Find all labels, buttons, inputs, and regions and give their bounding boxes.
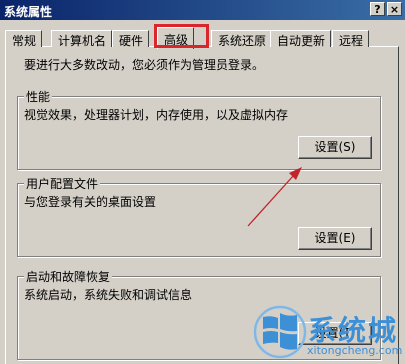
- title-bar: 系统属性 ? ×: [0, 0, 405, 20]
- user-profiles-label: 用户配置文件: [24, 175, 101, 192]
- window-title: 系统属性: [4, 5, 53, 19]
- tab-computer-name[interactable]: 计算机名: [51, 30, 113, 48]
- performance-description: 视觉效果，处理器计划，内存使用，以及虚拟内存: [24, 108, 289, 122]
- startup-recovery-description: 系统启动，系统失败和调试信息: [24, 288, 193, 302]
- tab-hardware[interactable]: 硬件: [112, 30, 150, 48]
- tab-automatic-updates[interactable]: 自动更新: [270, 30, 332, 48]
- user-profiles-settings-button[interactable]: 设置(E): [298, 227, 372, 250]
- watermark: 系统城 xitongcheng.com: [253, 303, 405, 362]
- tab-remote[interactable]: 远程: [332, 30, 370, 48]
- windows-logo-icon: [253, 305, 307, 359]
- help-button[interactable]: ?: [370, 2, 385, 16]
- startup-recovery-label: 启动和故障恢复: [24, 268, 113, 285]
- user-profiles-description: 与您登录有关的桌面设置: [24, 195, 157, 209]
- highlight-box: [154, 24, 209, 48]
- admin-notice: 要进行大多数改动，您必须作为管理员登录。: [24, 58, 265, 72]
- watermark-url: xitongcheng.com: [307, 344, 403, 357]
- user-profiles-group: 用户配置文件 与您登录有关的桌面设置 设置(E): [17, 175, 381, 257]
- performance-label: 性能: [24, 88, 53, 105]
- performance-group: 性能 视觉效果，处理器计划，内存使用，以及虚拟内存 设置(S): [17, 88, 381, 170]
- close-button[interactable]: ×: [387, 2, 402, 16]
- watermark-title: 系统城: [308, 314, 399, 347]
- tab-general[interactable]: 常规: [5, 30, 43, 48]
- tab-system-restore[interactable]: 系统还原: [211, 30, 273, 48]
- performance-settings-button[interactable]: 设置(S): [298, 136, 372, 159]
